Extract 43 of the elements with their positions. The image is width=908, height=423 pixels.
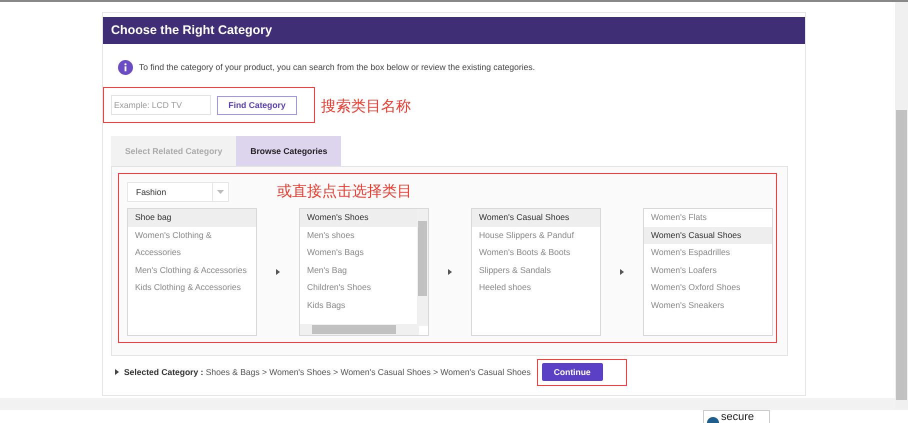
chevron-icon (620, 269, 624, 275)
chevron-icon (115, 369, 119, 375)
info-icon (118, 60, 133, 75)
category-item[interactable]: Women's Espadrilles (644, 244, 772, 262)
secure-badge: secure (703, 410, 770, 423)
scrollbar[interactable] (417, 209, 428, 326)
info-text: To find the category of your product, you can search from the box below or review the existing categories. (139, 61, 535, 74)
tab[interactable]: Browse Categories (236, 136, 342, 166)
category-item[interactable]: Kids Clothing & Accessories (128, 279, 256, 296)
category-item[interactable]: Heeled shoes (472, 279, 600, 296)
category-item[interactable]: Men's Clothing & Accessories (128, 262, 256, 279)
annotation-text: 搜索类目名称 (321, 96, 411, 117)
category-item[interactable]: Women's Loafers (644, 262, 772, 279)
selected-category-text: Selected Category : Shoes & Bags > Women's Shoes > Women's Casual Shoes > Women's Casual Shoes (124, 366, 531, 378)
continue-button[interactable]: Continue (542, 363, 603, 381)
tab[interactable]: Select Related Category (111, 136, 236, 166)
category-item[interactable]: Men's shoes (300, 226, 417, 244)
category-item[interactable]: Women's Clothing & Accessories (128, 226, 256, 262)
category-dropdown[interactable]: Fashion (127, 182, 229, 202)
annotation-text: 或直接点击选择类目 (277, 182, 412, 202)
category-item[interactable]: Women's Shoes (300, 209, 417, 226)
category-item[interactable]: Shoe bag (128, 209, 256, 226)
category-item[interactable]: Women's Flats (644, 209, 772, 226)
category-item[interactable]: Women's Bags (300, 244, 417, 262)
category-item[interactable]: Women's Boots & Boots (472, 244, 600, 262)
scrollbar[interactable] (300, 324, 419, 335)
category-item[interactable]: Kids Bags (300, 296, 417, 314)
category-item[interactable]: Women's Oxford Shoes (644, 279, 772, 296)
category-item[interactable]: Women's Casual Shoes (472, 209, 600, 226)
shield-icon (707, 414, 719, 423)
find-category-button[interactable]: Find Category (217, 96, 297, 114)
chevron-icon (276, 269, 280, 275)
scrollbar[interactable] (895, 2, 908, 410)
caret-icon (217, 190, 224, 194)
header-title: Choose the Right Category (111, 22, 272, 40)
category-item[interactable]: Children's Shoes (300, 279, 417, 296)
category-item[interactable]: Slippers & Sandals (472, 262, 600, 279)
chevron-icon (448, 269, 452, 275)
category-item[interactable]: House Slippers & Panduf (472, 226, 600, 244)
category-item[interactable]: Women's Sneakers (644, 296, 772, 314)
search-field[interactable]: Example: LCD TV (111, 95, 211, 115)
category-item[interactable]: Women's Casual Shoes (644, 226, 772, 244)
category-item[interactable]: Men's Bag (300, 262, 417, 279)
